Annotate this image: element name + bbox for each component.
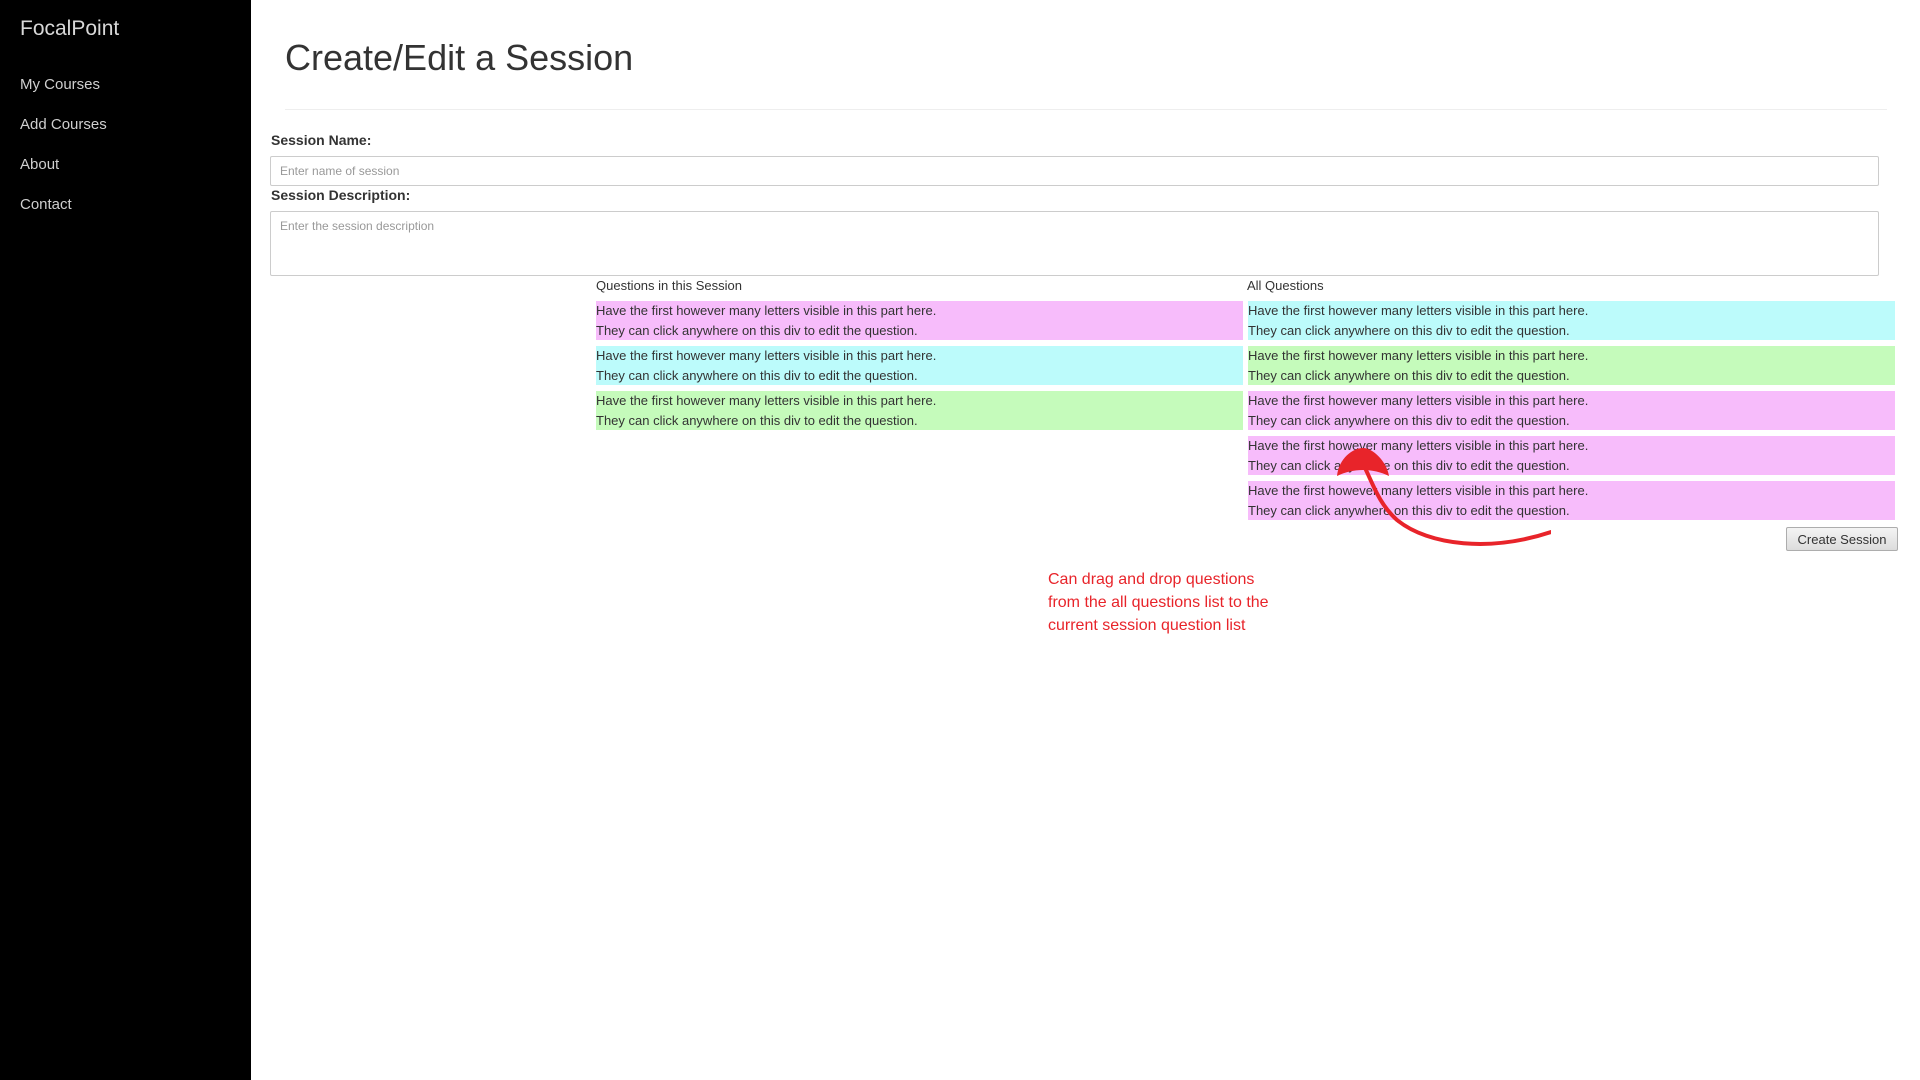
- question-preview-line: Have the first however many letters visi…: [596, 303, 937, 318]
- question-hint-line: They can click anywhere on this div to e…: [596, 323, 918, 338]
- sidebar-item-about[interactable]: About: [20, 155, 107, 195]
- sidebar-nav: My Courses Add Courses About Contact: [20, 75, 107, 235]
- question-hint-line: They can click anywhere on this div to e…: [1248, 368, 1570, 383]
- annotation-line: from the all questions list to the: [1048, 594, 1269, 611]
- question-hint-line: They can click anywhere on this div to e…: [1248, 323, 1570, 338]
- session-question-item[interactable]: Have the first however many letters visi…: [596, 391, 1243, 430]
- session-description-input[interactable]: [270, 211, 1879, 276]
- question-hint-line: They can click anywhere on this div to e…: [1248, 413, 1570, 428]
- title-divider: [285, 109, 1887, 110]
- sidebar-item-my-courses[interactable]: My Courses: [20, 75, 107, 115]
- all-question-item[interactable]: Have the first however many letters visi…: [1248, 346, 1895, 385]
- sidebar-item-contact[interactable]: Contact: [20, 195, 107, 235]
- all-question-item[interactable]: Have the first however many letters visi…: [1248, 301, 1895, 340]
- question-preview-line: Have the first however many letters visi…: [1248, 348, 1589, 363]
- annotation-line: Can drag and drop questions: [1048, 571, 1255, 588]
- brand-logo[interactable]: FocalPoint: [20, 17, 119, 41]
- all-questions-heading: All Questions: [1247, 278, 1324, 293]
- arrow-shaft: [1363, 466, 1551, 546]
- question-preview-line: Have the first however many letters visi…: [1248, 393, 1589, 408]
- main-content: Create/Edit a Session Session Name: Sess…: [251, 0, 1920, 1080]
- session-questions-heading: Questions in this Session: [596, 278, 742, 293]
- create-session-button[interactable]: Create Session: [1786, 527, 1898, 551]
- question-preview-line: Have the first however many letters visi…: [596, 393, 937, 408]
- sidebar: FocalPoint My Courses Add Courses About …: [0, 0, 251, 1080]
- annotation-line: current session question list: [1048, 617, 1246, 634]
- session-name-label: Session Name:: [271, 132, 372, 148]
- question-preview-line: Have the first however many letters visi…: [1248, 303, 1589, 318]
- page-title: Create/Edit a Session: [285, 37, 634, 78]
- arrow-head: [1337, 448, 1389, 476]
- session-description-label: Session Description:: [271, 187, 411, 203]
- session-name-input[interactable]: [270, 156, 1879, 186]
- drag-drop-arrow-annotation: [1337, 448, 1551, 546]
- session-question-item[interactable]: Have the first however many letters visi…: [596, 301, 1243, 340]
- question-preview-line: Have the first however many letters visi…: [596, 348, 937, 363]
- drag-drop-annotation-text: Can drag and drop questions from the all…: [1048, 568, 1269, 637]
- session-question-item[interactable]: Have the first however many letters visi…: [596, 346, 1243, 385]
- question-hint-line: They can click anywhere on this div to e…: [596, 413, 918, 428]
- question-hint-line: They can click anywhere on this div to e…: [596, 368, 918, 383]
- sidebar-item-add-courses[interactable]: Add Courses: [20, 115, 107, 155]
- all-question-item[interactable]: Have the first however many letters visi…: [1248, 391, 1895, 430]
- session-question-list: Have the first however many letters visi…: [596, 301, 1243, 436]
